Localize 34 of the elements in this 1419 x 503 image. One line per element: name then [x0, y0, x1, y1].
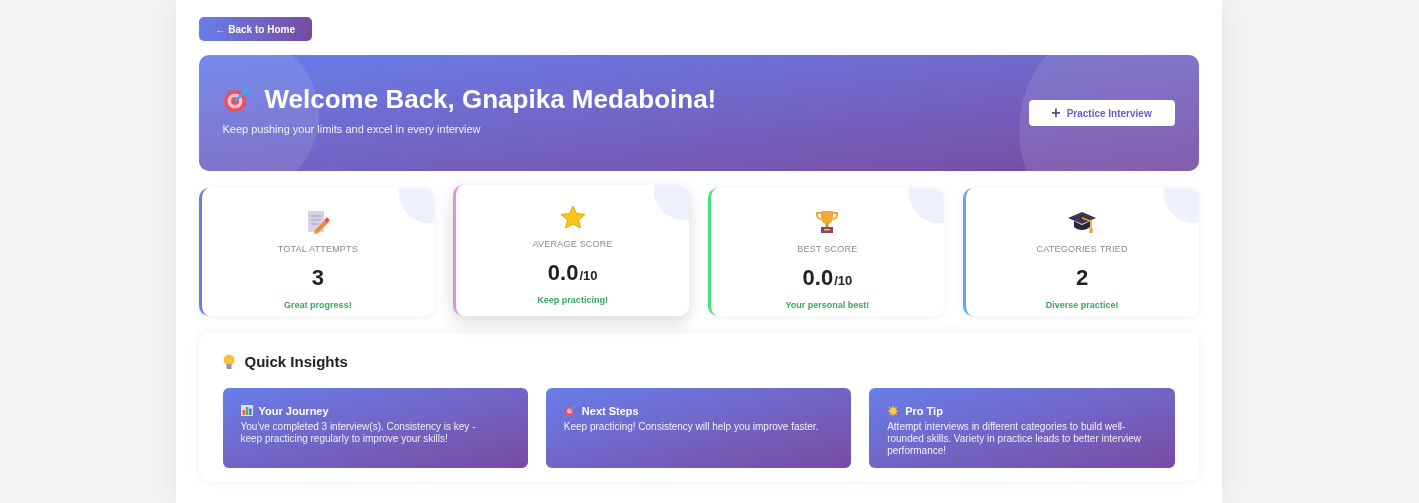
- insight-text: Attempt interviews in different categories to build well-rounded skills. Variety in practice leads to better interview performance!: [887, 421, 1142, 457]
- insight-title: Your Journey: [258, 403, 329, 419]
- sun-icon: [887, 404, 900, 417]
- insight-title: Next Steps: [581, 403, 639, 419]
- stat-note: Keep practicing!: [537, 293, 608, 307]
- star-icon: [559, 205, 586, 229]
- stat-value: 2: [1076, 263, 1089, 292]
- stat-label: CATEGORIES TRIED: [1036, 243, 1128, 256]
- insight-text: Keep practicing! Consistency will help you improve faster.: [563, 421, 820, 433]
- stat-unit: /10: [834, 271, 853, 290]
- practice-interview-button[interactable]: + Practice Interview: [1028, 100, 1175, 126]
- welcome-heading: Welcome Back, Gnapika Medaboina!: [264, 83, 717, 117]
- stat-value: 3: [311, 263, 324, 292]
- section-heading: Quick Insights: [244, 352, 348, 372]
- back-button[interactable]: ← Back to Home: [198, 17, 312, 41]
- lightbulb-icon: [222, 354, 235, 371]
- insight-title: Pro Tip: [905, 403, 943, 419]
- stat-label: BEST SCORE: [797, 243, 858, 256]
- document-pencil-icon: [305, 210, 330, 234]
- stat-label: AVERAGE SCORE: [532, 238, 613, 251]
- trophy-icon: [816, 210, 839, 234]
- stat-unit: /10: [579, 266, 598, 285]
- stat-value: 0.0: [547, 258, 579, 287]
- stat-note: Great progress!: [284, 298, 352, 312]
- stat-note: Diverse practice!: [1045, 298, 1119, 312]
- insight-text: You've completed 3 interview(s). Consistency is key - keep practicing regularly to improve your skills!: [240, 421, 477, 445]
- stat-label: TOTAL ATTEMPTS: [277, 243, 359, 256]
- bar-chart-icon: [240, 405, 253, 417]
- welcome-subtitle: Keep pushing your limits and excel in every interview: [222, 122, 482, 138]
- stat-value: 0.0: [802, 263, 834, 292]
- target-icon: [563, 405, 576, 417]
- target-icon: [222, 86, 251, 113]
- graduation-cap-icon: [1067, 210, 1098, 234]
- stat-note: Your personal best!: [785, 298, 870, 312]
